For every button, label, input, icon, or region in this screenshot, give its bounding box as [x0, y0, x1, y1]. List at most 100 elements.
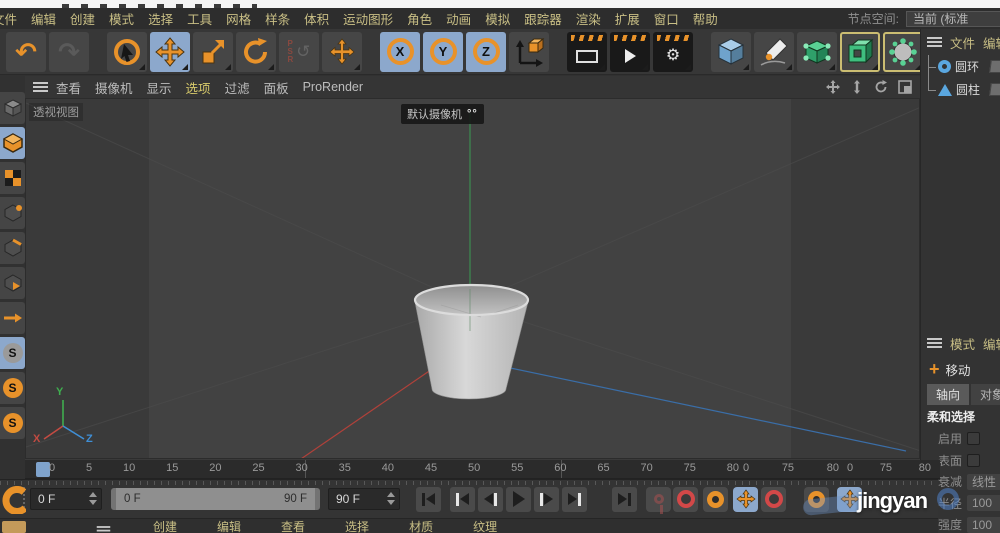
pan-view-icon[interactable]: [826, 80, 840, 94]
spinner-arrows-icon[interactable]: [387, 492, 395, 505]
menubar-item[interactable]: 样条: [260, 9, 295, 28]
attribute-menu-edit[interactable]: 编辑: [983, 334, 1000, 353]
viewport-canvas[interactable]: 透视视图 默认摄像机 °° Y X Z: [25, 98, 920, 459]
viewport-solo-single-button[interactable]: S: [0, 372, 25, 404]
zoom-view-icon[interactable]: [850, 80, 864, 94]
undo-button[interactable]: ↶: [6, 32, 46, 72]
menubar-item[interactable]: 动画: [441, 9, 476, 28]
autokeying-button[interactable]: [673, 487, 698, 512]
material-thumbnail[interactable]: [2, 521, 26, 533]
menubar-item[interactable]: 扩展: [610, 9, 645, 28]
enable-axis-button[interactable]: [0, 302, 25, 334]
viewport-solo-hierarchy-button[interactable]: S: [0, 407, 25, 439]
edges-mode-button[interactable]: [0, 232, 25, 264]
menubar-item[interactable]: 跟踪器: [519, 9, 567, 28]
material-menu-item[interactable]: 材质: [409, 518, 433, 533]
menubar-item[interactable]: 角色: [402, 9, 437, 28]
render-settings-button[interactable]: ⚙: [653, 32, 693, 72]
global-move-button[interactable]: [322, 32, 362, 72]
viewport-menu-item[interactable]: 过滤: [219, 78, 256, 97]
radius-input[interactable]: 100: [967, 495, 1000, 511]
node-space-select[interactable]: 当前 (标准: [906, 11, 1000, 27]
material-menu-item[interactable]: 查看: [281, 518, 305, 533]
coordinate-system-button[interactable]: [509, 32, 549, 72]
window-titlebar[interactable]: [0, 0, 1000, 8]
menubar-item[interactable]: 模式: [104, 9, 139, 28]
menubar-item[interactable]: 模拟: [480, 9, 515, 28]
current-frame-spinner[interactable]: 0 F: [30, 488, 102, 510]
record-parameter-button[interactable]: [804, 487, 829, 512]
attribute-menu-icon[interactable]: [927, 338, 942, 340]
object-state-icon[interactable]: [989, 60, 1000, 73]
z-axis-lock-button[interactable]: Z: [466, 32, 506, 72]
rotate-tool-button[interactable]: [236, 32, 276, 72]
menubar-item[interactable]: 网格: [221, 9, 256, 28]
material-menu-item[interactable]: 选择: [345, 518, 369, 533]
next-frame-button[interactable]: [534, 487, 559, 512]
menubar-item[interactable]: 渲染: [571, 9, 606, 28]
object-manager-menu-edit[interactable]: 编辑: [983, 33, 1000, 52]
menubar-item[interactable]: 创建: [65, 9, 100, 28]
end-frame-spinner[interactable]: 90 F: [328, 488, 400, 510]
viewport-menu-item[interactable]: 摄像机: [89, 78, 139, 97]
menubar-item[interactable]: 窗口: [649, 9, 684, 28]
material-menu-icon[interactable]: [97, 526, 111, 528]
viewport-menu-item[interactable]: 选项: [180, 78, 217, 97]
generator-button[interactable]: [840, 32, 880, 72]
redo-button[interactable]: ↷: [49, 32, 89, 72]
subdivision-surface-button[interactable]: [797, 32, 837, 72]
psr-reset-button[interactable]: PSR ↺: [279, 32, 319, 72]
record-rotation-button[interactable]: [761, 487, 786, 512]
toggle-view-icon[interactable]: [898, 80, 912, 94]
texture-mode-button[interactable]: [0, 162, 25, 194]
timeline-playhead[interactable]: [36, 462, 50, 477]
object-name[interactable]: 圆柱: [956, 81, 980, 98]
convert-editable-button[interactable]: [0, 92, 25, 124]
object-row-torus[interactable]: 圆环: [921, 55, 1000, 78]
material-menu-item[interactable]: 纹理: [473, 518, 497, 533]
menubar-item[interactable]: 选择: [143, 9, 178, 28]
record-scale-button[interactable]: [733, 487, 758, 512]
previous-frame-button[interactable]: [478, 487, 503, 512]
object-row-cylinder[interactable]: 圆柱: [921, 78, 1000, 101]
object-state-icon[interactable]: [989, 83, 1000, 96]
points-mode-button[interactable]: [0, 197, 25, 229]
next-key-button[interactable]: [562, 487, 587, 512]
object-manager-menu-file[interactable]: 文件: [950, 33, 975, 52]
frame-range-slider[interactable]: 0 F 90 F: [111, 488, 320, 510]
object-name[interactable]: 圆环: [955, 58, 979, 75]
record-pla-button[interactable]: [837, 487, 862, 512]
viewport-menu-item[interactable]: 面板: [258, 78, 295, 97]
surface-checkbox[interactable]: [967, 454, 980, 467]
viewport-menu-item[interactable]: 查看: [50, 78, 87, 97]
go-to-start-button[interactable]: [416, 487, 441, 512]
menubar-item[interactable]: 编辑: [26, 9, 61, 28]
render-picture-viewer-button[interactable]: [610, 32, 650, 72]
viewport-solo-off-button[interactable]: S: [0, 337, 25, 369]
model-mode-button[interactable]: [0, 127, 25, 159]
tab-object[interactable]: 对象: [971, 384, 1000, 405]
viewport-menu-item[interactable]: 显示: [141, 78, 178, 97]
viewport-menu-icon[interactable]: [33, 82, 48, 84]
viewport-menu-item[interactable]: ProRender: [297, 80, 369, 94]
rotate-view-icon[interactable]: [874, 80, 888, 94]
record-position-button[interactable]: [703, 487, 728, 512]
falloff-select[interactable]: 线性: [967, 474, 1000, 490]
menubar-item[interactable]: 帮助: [688, 9, 723, 28]
render-view-button[interactable]: [567, 32, 607, 72]
live-selection-button[interactable]: [107, 32, 147, 72]
material-menu-item[interactable]: 编辑: [217, 518, 241, 533]
strength-input[interactable]: 100: [967, 517, 1000, 533]
tab-axis[interactable]: 轴向: [927, 384, 969, 405]
view-label[interactable]: 透视视图: [29, 103, 83, 121]
menubar-item[interactable]: 运动图形: [338, 9, 398, 28]
primitive-cube-button[interactable]: [711, 32, 751, 72]
menubar-item[interactable]: 文件: [0, 9, 22, 28]
menubar-item[interactable]: 工具: [182, 9, 217, 28]
menubar-item[interactable]: 体积: [299, 9, 334, 28]
material-menu-item[interactable]: 创建: [153, 518, 177, 533]
object-manager-menu-icon[interactable]: [927, 37, 942, 39]
polygons-mode-button[interactable]: [0, 267, 25, 299]
previous-key-button[interactable]: [450, 487, 475, 512]
go-to-end-button[interactable]: [612, 487, 637, 512]
